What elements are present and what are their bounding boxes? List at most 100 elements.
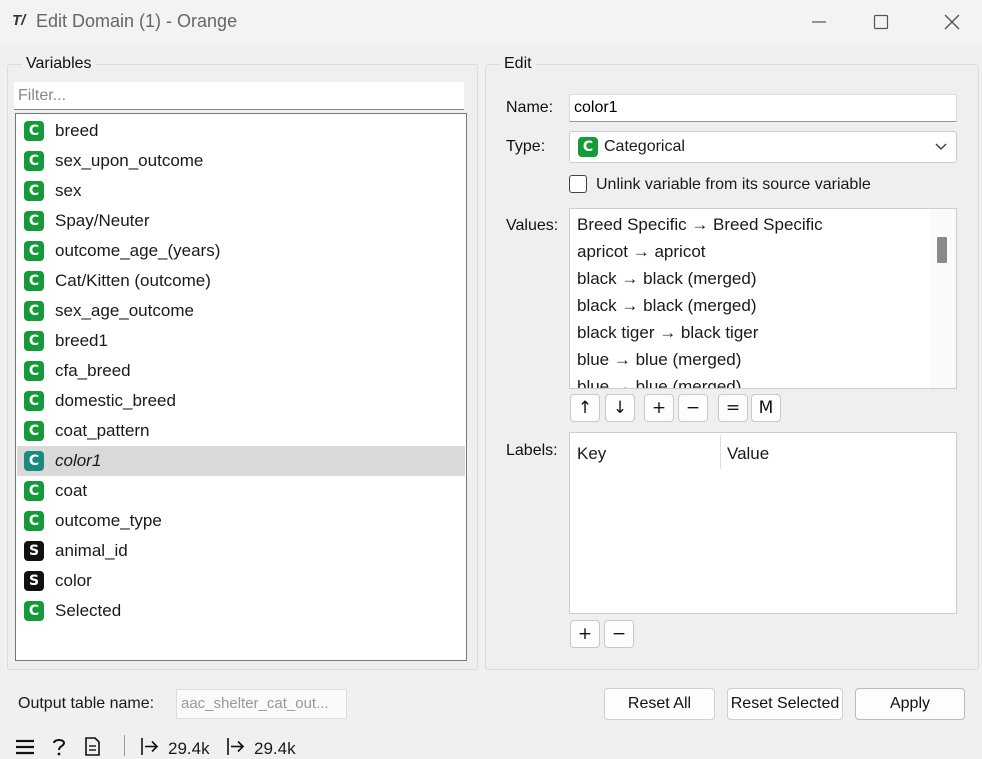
list-item[interactable]: C coat <box>17 476 465 506</box>
variables-group-title: Variables <box>22 55 96 73</box>
menu-icon[interactable] <box>15 737 35 755</box>
variable-name: color1 <box>55 451 102 470</box>
minimize-icon <box>812 21 826 23</box>
list-item[interactable]: C coat_pattern <box>17 416 465 446</box>
list-item[interactable]: C sex_age_outcome <box>17 296 465 326</box>
categorical-icon: C <box>24 241 44 261</box>
output-table-name-input[interactable]: aac_shelter_cat_out... <box>176 689 347 719</box>
variable-name: coat_pattern <box>55 421 150 440</box>
edit-group-title: Edit <box>500 55 536 73</box>
orange-app-icon: T/ <box>12 12 26 29</box>
categorical-icon: C <box>24 601 44 621</box>
value-item[interactable]: apricot → apricot <box>577 242 706 262</box>
list-item[interactable]: C outcome_type <box>17 506 465 536</box>
scrollbar-thumb[interactable] <box>937 237 947 263</box>
minimize-button[interactable] <box>796 4 842 40</box>
list-item[interactable]: S animal_id <box>17 536 465 566</box>
report-icon[interactable] <box>84 737 101 756</box>
variable-name: breed1 <box>55 331 108 350</box>
labels-table[interactable]: Key Value <box>569 432 957 614</box>
list-item[interactable]: C Spay/Neuter <box>17 206 465 236</box>
unlink-label[interactable]: Unlink variable from its source variable <box>596 176 871 194</box>
variable-name: cfa_breed <box>55 361 131 380</box>
remove-label-button[interactable]: − <box>604 620 634 648</box>
unlink-checkbox[interactable] <box>569 175 587 193</box>
categorical-icon: C <box>24 211 44 231</box>
variable-name: outcome_age_(years) <box>55 241 221 260</box>
value-item[interactable]: blue → blue (merged) <box>577 350 741 370</box>
column-divider <box>720 435 721 469</box>
list-item[interactable]: C outcome_age_(years) <box>17 236 465 266</box>
variable-name: color <box>55 571 92 590</box>
filter-input[interactable] <box>14 82 464 110</box>
input-data-icon <box>141 738 159 755</box>
add-value-button[interactable]: + <box>644 394 674 422</box>
values-list[interactable]: Breed Specific → Breed Specific apricot … <box>569 208 957 389</box>
values-label: Values: <box>506 217 559 234</box>
categorical-icon: C <box>24 301 44 321</box>
categorical-icon: C <box>24 181 44 201</box>
output-table-label: Output table name: <box>18 695 155 712</box>
variable-name: outcome_type <box>55 511 162 530</box>
type-label: Type: <box>506 138 546 155</box>
move-up-button[interactable]: ↑ <box>570 394 600 422</box>
close-button[interactable] <box>929 4 975 40</box>
variable-list[interactable]: C breed C sex_upon_outcome C sex C Spay/… <box>15 113 467 661</box>
list-item[interactable]: C breed1 <box>17 326 465 356</box>
variable-name: animal_id <box>55 541 128 560</box>
reset-selected-button[interactable]: Reset Selected <box>727 688 843 720</box>
variable-name: sex <box>55 181 82 200</box>
list-item[interactable]: C sex_upon_outcome <box>17 146 465 176</box>
merge-button[interactable]: M <box>751 394 781 422</box>
variable-name: domestic_breed <box>55 391 176 410</box>
categorical-icon: C <box>24 271 44 291</box>
maximize-button[interactable] <box>858 4 904 40</box>
string-icon: S <box>24 541 44 561</box>
value-item[interactable]: blue → blue (merged) <box>577 377 741 388</box>
apply-button[interactable]: Apply <box>855 688 965 720</box>
list-item[interactable]: C Selected <box>17 596 465 626</box>
value-column-header[interactable]: Value <box>727 444 769 464</box>
value-item[interactable]: black → black (merged) <box>577 296 757 316</box>
type-value: Categorical <box>604 138 685 155</box>
move-down-button[interactable]: ↓ <box>605 394 635 422</box>
value-item[interactable]: black tiger → black tiger <box>577 323 758 343</box>
list-item[interactable]: C Cat/Kitten (outcome) <box>17 266 465 296</box>
string-icon: S <box>24 571 44 591</box>
variable-name: Spay/Neuter <box>55 211 150 230</box>
value-item[interactable]: black → black (merged) <box>577 269 757 289</box>
categorical-icon: C <box>24 331 44 351</box>
categorical-icon: C <box>24 511 44 531</box>
key-column-header[interactable]: Key <box>577 444 606 464</box>
status-divider <box>124 735 125 756</box>
list-item[interactable]: S color <box>17 566 465 596</box>
help-icon[interactable] <box>50 737 68 756</box>
variable-name: sex_upon_outcome <box>55 151 204 170</box>
list-item-selected[interactable]: C color1 <box>17 446 465 476</box>
categorical-icon: C <box>24 121 44 141</box>
merge-equal-button[interactable]: = <box>718 394 748 422</box>
maximize-icon <box>873 14 889 30</box>
variable-name: coat <box>55 481 88 500</box>
name-label: Name: <box>506 99 554 116</box>
categorical-icon: C <box>24 391 44 411</box>
list-item[interactable]: C sex <box>17 176 465 206</box>
output-data-icon <box>227 738 245 755</box>
values-scrollbar[interactable] <box>930 209 956 388</box>
value-item[interactable]: Breed Specific → Breed Specific <box>577 215 823 235</box>
variable-name: breed <box>55 121 99 140</box>
reset-all-button[interactable]: Reset All <box>604 688 715 720</box>
chevron-down-icon <box>935 143 947 150</box>
add-label-button[interactable]: + <box>570 620 600 648</box>
type-select[interactable]: C Categorical <box>569 131 957 163</box>
categorical-icon: C <box>578 137 598 157</box>
variable-name: sex_age_outcome <box>55 301 194 320</box>
close-icon <box>944 14 960 30</box>
list-item[interactable]: C cfa_breed <box>17 356 465 386</box>
list-item[interactable]: C domestic_breed <box>17 386 465 416</box>
remove-value-button[interactable]: − <box>678 394 708 422</box>
categorical-icon: C <box>24 361 44 381</box>
categorical-icon: C <box>24 151 44 171</box>
list-item[interactable]: C breed <box>17 116 465 146</box>
name-input[interactable] <box>569 94 957 122</box>
